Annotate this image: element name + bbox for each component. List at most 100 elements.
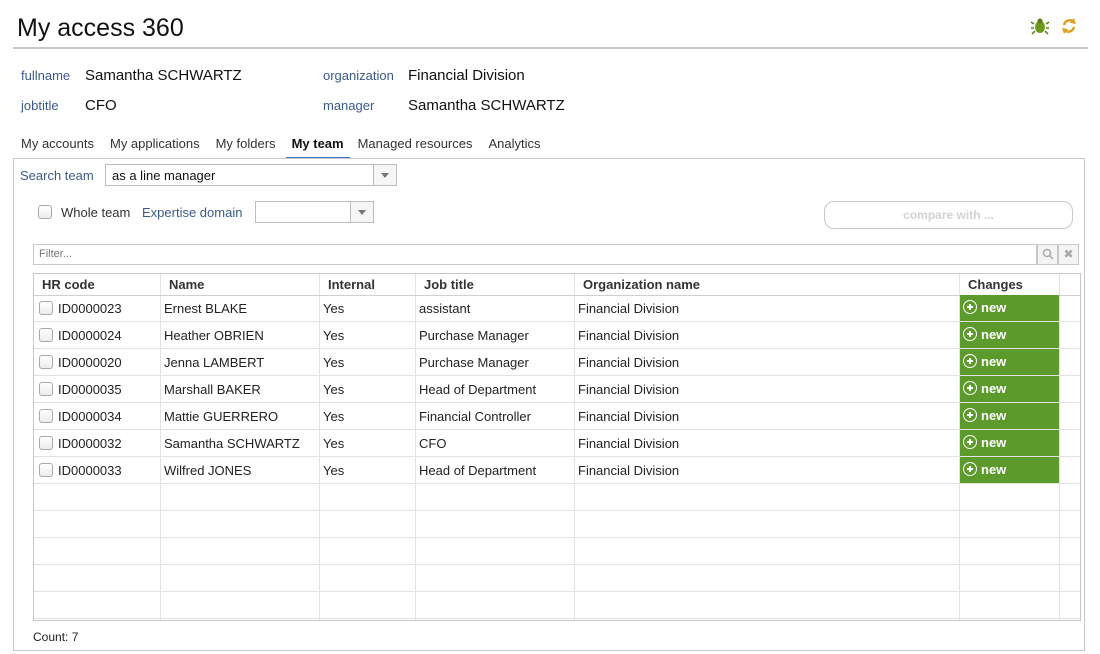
empty-row: [34, 484, 1080, 511]
internal-cell: Yes: [323, 436, 345, 451]
hr-code-cell: ID0000023: [58, 301, 122, 316]
empty-row: [34, 565, 1080, 592]
hr-code-cell: ID0000035: [58, 382, 122, 397]
compare-with-button[interactable]: compare with ...: [824, 201, 1073, 229]
row-count: Count: 7: [33, 630, 79, 644]
column-organization-name[interactable]: Organization name: [583, 277, 700, 292]
row-checkbox[interactable]: [39, 436, 53, 450]
organization-cell: Financial Division: [578, 436, 680, 451]
row-checkbox[interactable]: [39, 328, 53, 342]
plus-circle-icon: [963, 435, 977, 449]
name-cell: Jenna LAMBERT: [164, 355, 265, 370]
empty-row: [34, 511, 1080, 538]
row-checkbox[interactable]: [39, 382, 53, 396]
organization-cell: Financial Division: [578, 463, 680, 478]
job-title-cell: assistant: [419, 301, 471, 316]
organization-cell: Financial Division: [578, 355, 680, 370]
row-checkbox[interactable]: [39, 301, 53, 315]
table-row[interactable]: ID0000020 Jenna LAMBERT Yes Purchase Man…: [34, 349, 1080, 376]
plus-circle-icon: [963, 462, 977, 476]
table-row[interactable]: ID0000033 Wilfred JONES Yes Head of Depa…: [34, 457, 1080, 484]
bug-icon[interactable]: [1030, 16, 1050, 36]
empty-row: [34, 538, 1080, 565]
search-team-value: as a line manager: [112, 168, 216, 183]
fullname-label: fullname: [21, 68, 71, 83]
jobtitle-value: CFO: [85, 97, 117, 114]
change-badge[interactable]: new: [960, 349, 1059, 375]
page-title: My access 360: [17, 14, 184, 42]
tab-managed-resources[interactable]: Managed resources: [358, 136, 473, 159]
column-changes[interactable]: Changes: [968, 277, 1023, 292]
tab-my-team[interactable]: My team: [285, 136, 350, 159]
internal-cell: Yes: [323, 409, 345, 424]
row-checkbox[interactable]: [39, 355, 53, 369]
name-cell: Ernest BLAKE: [164, 301, 248, 316]
chevron-down-icon[interactable]: [373, 165, 396, 185]
internal-cell: Yes: [323, 382, 345, 397]
fullname-value: Samantha SCHWARTZ: [85, 67, 242, 84]
name-cell: Marshall BAKER: [164, 382, 261, 397]
internal-cell: Yes: [323, 355, 345, 370]
table-row[interactable]: ID0000034 Mattie GUERRERO Yes Financial …: [34, 403, 1080, 430]
clear-icon[interactable]: ✖: [1058, 244, 1079, 265]
name-cell: Mattie GUERRERO: [164, 409, 279, 424]
whole-team-label: Whole team: [61, 205, 131, 220]
table-row[interactable]: ID0000024 Heather OBRIEN Yes Purchase Ma…: [34, 322, 1080, 349]
jobtitle-label: jobtitle: [21, 98, 59, 113]
organization-cell: Financial Division: [578, 409, 680, 424]
tab-analytics[interactable]: Analytics: [489, 136, 541, 159]
internal-cell: Yes: [323, 328, 345, 343]
filter-input[interactable]: Filter...: [33, 244, 1037, 265]
plus-circle-icon: [963, 381, 977, 395]
change-badge[interactable]: new: [960, 322, 1059, 348]
whole-team-checkbox[interactable]: [38, 205, 52, 219]
empty-row: [34, 592, 1080, 619]
hr-code-cell: ID0000034: [58, 409, 122, 424]
job-title-cell: Purchase Manager: [419, 328, 529, 343]
job-title-cell: Head of Department: [419, 382, 537, 397]
job-title-cell: CFO: [419, 436, 447, 451]
column-name[interactable]: Name: [169, 277, 204, 292]
chevron-down-icon[interactable]: [350, 202, 373, 222]
change-badge[interactable]: new: [960, 457, 1059, 483]
hr-code-cell: ID0000033: [58, 463, 122, 478]
expertise-domain-select[interactable]: [255, 201, 374, 223]
hr-code-cell: ID0000020: [58, 355, 122, 370]
manager-value: Samantha SCHWARTZ: [408, 97, 565, 114]
plus-circle-icon: [963, 300, 977, 314]
organization-value: Financial Division: [408, 67, 525, 84]
internal-cell: Yes: [323, 463, 345, 478]
name-cell: Wilfred JONES: [164, 463, 252, 478]
change-badge[interactable]: new: [960, 430, 1059, 456]
table-row[interactable]: ID0000035 Marshall BAKER Yes Head of Dep…: [34, 376, 1080, 403]
table-header: HR code Name Internal Job title Organiza…: [34, 274, 1080, 296]
hr-code-cell: ID0000024: [58, 328, 122, 343]
plus-circle-icon: [963, 408, 977, 422]
row-checkbox[interactable]: [39, 463, 53, 477]
column-job-title[interactable]: Job title: [424, 277, 474, 292]
change-badge[interactable]: new: [960, 403, 1059, 429]
change-badge[interactable]: new: [960, 295, 1059, 321]
organization-label: organization: [323, 68, 394, 83]
row-checkbox[interactable]: [39, 409, 53, 423]
tab-my-accounts[interactable]: My accounts: [21, 136, 94, 159]
column-internal[interactable]: Internal: [328, 277, 375, 292]
search-team-select[interactable]: as a line manager: [105, 164, 397, 186]
job-title-cell: Financial Controller: [419, 409, 531, 424]
tab-my-applications[interactable]: My applications: [110, 136, 200, 159]
team-table: HR code Name Internal Job title Organiza…: [33, 273, 1081, 621]
name-cell: Heather OBRIEN: [164, 328, 264, 343]
plus-circle-icon: [963, 354, 977, 368]
internal-cell: Yes: [323, 301, 345, 316]
table-row[interactable]: ID0000023 Ernest BLAKE Yes assistant Fin…: [34, 295, 1080, 322]
name-cell: Samantha SCHWARTZ: [164, 436, 300, 451]
change-badge[interactable]: new: [960, 376, 1059, 402]
tab-my-folders[interactable]: My folders: [216, 136, 276, 159]
job-title-cell: Head of Department: [419, 463, 537, 478]
hr-code-cell: ID0000032: [58, 436, 122, 451]
tab-bar: My accounts My applications My folders M…: [21, 136, 557, 159]
table-row[interactable]: ID0000032 Samantha SCHWARTZ Yes CFO Fina…: [34, 430, 1080, 457]
refresh-icon[interactable]: [1059, 16, 1079, 36]
column-hr-code[interactable]: HR code: [42, 277, 95, 292]
search-icon[interactable]: [1037, 244, 1058, 265]
